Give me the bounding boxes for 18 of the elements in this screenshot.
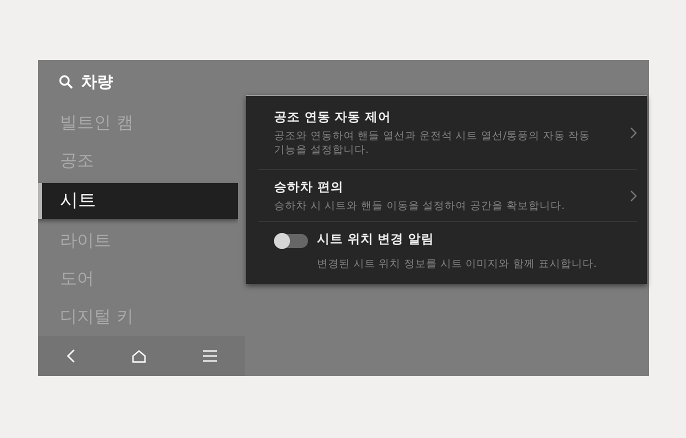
menu-item[interactable]: 시트 (38, 183, 238, 219)
setting-description: 승하차 시 시트와 핸들 이동을 설정하여 공간을 확보합니다. (274, 198, 566, 212)
setting-description: 공조와 연동하여 핸들 열선과 운전석 시트 열선/통풍의 자동 작동 기능을 설정합니다. (274, 128, 592, 156)
search-icon[interactable] (59, 75, 73, 89)
setting-title: 승하차 편의 (274, 178, 344, 196)
setting-row[interactable]: 승하차 편의 승하차 시 시트와 핸들 이동을 설정하여 공간을 확보합니다. (258, 170, 637, 222)
setting-row[interactable]: 시트 위치 변경 알림 변경된 시트 위치 정보를 시트 이미지와 함께 표시합니다. (258, 222, 637, 284)
setting-title: 시트 위치 변경 알림 (317, 231, 434, 248)
back-icon (66, 349, 76, 363)
home-icon (132, 350, 146, 362)
search-query: 차량 (81, 72, 113, 92)
setting-description: 변경된 시트 위치 정보를 시트 이미지와 함께 표시합니다. (317, 257, 598, 271)
menu-icon (202, 350, 217, 362)
chevron-icon (630, 126, 637, 138)
toggle-switch[interactable] (274, 234, 308, 248)
setting-title: 공조 연동 자동 제어 (274, 108, 392, 126)
chevron-icon (630, 190, 637, 202)
setting-row[interactable]: 공조 연동 자동 제어 공조와 연동하여 핸들 열선과 운전석 시트 열선/통풍의 자동 작동 기능을 설정합니다. (258, 96, 637, 170)
